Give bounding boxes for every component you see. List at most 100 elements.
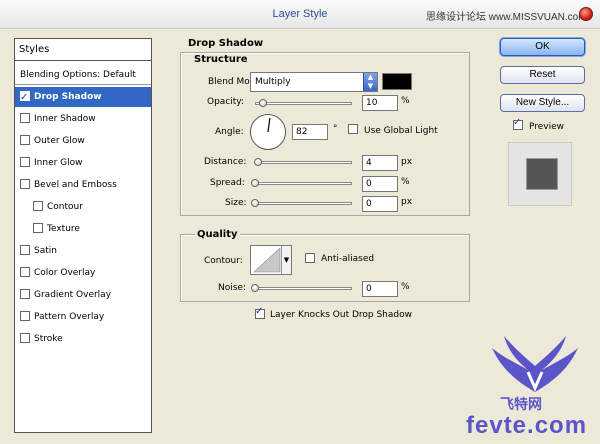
preview-checkbox[interactable] <box>513 117 527 132</box>
spread-slider-handle[interactable] <box>251 179 259 187</box>
style-item-gradient-overlay[interactable]: Gradient Overlay <box>15 285 151 305</box>
style-item-blending-options-default[interactable]: Blending Options: Default <box>15 65 151 85</box>
style-item-label: Bevel and Emboss <box>34 180 117 190</box>
checkbox-icon[interactable] <box>20 178 30 189</box>
style-item-pattern-overlay[interactable]: Pattern Overlay <box>15 307 151 327</box>
structure-title: Structure <box>194 54 248 65</box>
anti-aliased-checkbox[interactable] <box>305 253 319 265</box>
checkbox-icon[interactable] <box>33 222 43 233</box>
updown-arrow-icon: ▲ ▼ <box>363 73 377 91</box>
noise-slider-handle[interactable] <box>251 284 259 292</box>
style-item-label: Outer Glow <box>34 136 85 146</box>
style-item-label: Inner Shadow <box>34 114 96 124</box>
style-item-label: Contour <box>47 202 83 212</box>
watermark-url: fevte.com <box>466 412 588 439</box>
opacity-unit: % <box>401 96 410 106</box>
checkbox-icon[interactable] <box>20 288 30 299</box>
spread-label: Spread: <box>210 178 245 188</box>
style-item-contour[interactable]: Contour <box>15 197 151 217</box>
checkbox-icon[interactable] <box>20 112 30 123</box>
size-slider-track[interactable] <box>255 202 352 205</box>
size-slider-handle[interactable] <box>251 199 259 207</box>
checkbox-icon[interactable] <box>20 134 30 145</box>
style-item-bevel-and-emboss[interactable]: Bevel and Emboss <box>15 175 151 195</box>
angle-label: Angle: <box>215 127 244 137</box>
checkbox-icon[interactable] <box>20 332 30 343</box>
angle-unit: ° <box>333 124 338 134</box>
preview-box <box>508 142 572 206</box>
ok-button[interactable]: OK <box>500 38 585 56</box>
checkbox-icon <box>305 253 315 263</box>
distance-label: Distance: <box>204 157 247 167</box>
style-item-label: Pattern Overlay <box>34 312 105 322</box>
noise-slider-track[interactable] <box>255 287 352 290</box>
size-label: Size: <box>225 198 247 208</box>
checkbox-icon[interactable] <box>20 310 30 321</box>
opacity-slider-track[interactable] <box>255 102 352 105</box>
checkbox-icon[interactable] <box>20 156 30 167</box>
style-item-label: Drop Shadow <box>34 92 102 102</box>
style-item-label: Texture <box>47 224 80 234</box>
style-item-stroke[interactable]: Stroke <box>15 329 151 349</box>
checkbox-icon[interactable] <box>20 88 30 108</box>
distance-unit: px <box>401 157 413 167</box>
style-item-inner-glow[interactable]: Inner Glow <box>15 153 151 173</box>
preview-thumbnail <box>527 159 557 189</box>
angle-indicator-icon <box>267 118 271 133</box>
style-item-label: Color Overlay <box>34 268 96 278</box>
size-unit: px <box>401 197 413 207</box>
style-item-satin[interactable]: Satin <box>15 241 151 261</box>
style-item-label: Satin <box>34 246 57 256</box>
contour-curve-icon <box>253 247 281 273</box>
knockout-checkbox[interactable] <box>255 306 269 321</box>
style-item-label: Inner Glow <box>34 158 83 168</box>
size-input[interactable]: 0 <box>362 196 398 212</box>
use-global-light-label: Use Global Light <box>364 126 438 136</box>
opacity-label: Opacity: <box>207 97 244 107</box>
shadow-color-swatch[interactable] <box>382 73 412 90</box>
spread-input[interactable]: 0 <box>362 176 398 192</box>
style-item-label: Stroke <box>34 334 63 344</box>
close-icon[interactable] <box>579 7 593 21</box>
checkbox-icon[interactable] <box>33 200 43 211</box>
distance-slider-track[interactable] <box>255 161 352 164</box>
use-global-light-checkbox[interactable] <box>348 124 362 136</box>
noise-label: Noise: <box>218 283 246 293</box>
checkbox-icon[interactable] <box>20 244 30 255</box>
checkbox-icon <box>255 306 265 319</box>
quality-title: Quality <box>195 229 240 240</box>
opacity-input[interactable]: 10 <box>362 95 398 111</box>
blend-mode-select[interactable]: Multiply ▲ ▼ <box>250 72 378 92</box>
noise-input[interactable]: 0 <box>362 281 398 297</box>
angle-input[interactable]: 82 <box>292 124 328 140</box>
distance-slider-handle[interactable] <box>254 158 262 166</box>
styles-header[interactable]: Styles <box>15 39 151 61</box>
reset-button[interactable]: Reset <box>500 66 585 84</box>
noise-unit: % <box>401 282 410 292</box>
wings-logo-icon <box>492 336 578 392</box>
contour-label: Contour: <box>204 256 243 266</box>
style-item-label: Gradient Overlay <box>34 290 112 300</box>
new-style-button[interactable]: New Style... <box>500 94 585 112</box>
checkbox-icon <box>513 117 523 130</box>
blend-mode-value: Multiply <box>255 77 291 87</box>
opacity-slider-handle[interactable] <box>259 99 267 107</box>
style-item-label: Blending Options: Default <box>20 70 136 80</box>
distance-input[interactable]: 4 <box>362 155 398 171</box>
checkbox-icon[interactable] <box>20 266 30 277</box>
spread-unit: % <box>401 177 410 187</box>
anti-aliased-label: Anti-aliased <box>321 254 375 264</box>
style-item-drop-shadow[interactable]: Drop Shadow <box>15 87 151 108</box>
styles-list: Styles Blending Options: Default Drop Sha… <box>14 38 152 433</box>
watermark-cn: 飞特网 <box>500 397 542 413</box>
spread-slider-track[interactable] <box>255 182 352 185</box>
drop-shadow-title: Drop Shadow <box>188 38 264 49</box>
style-item-texture[interactable]: Texture <box>15 219 151 239</box>
preview-label: Preview <box>529 122 565 132</box>
checkbox-icon <box>348 124 358 134</box>
contour-picker[interactable]: ▼ <box>250 245 292 275</box>
style-item-outer-glow[interactable]: Outer Glow <box>15 131 151 151</box>
style-item-color-overlay[interactable]: Color Overlay <box>15 263 151 283</box>
style-item-inner-shadow[interactable]: Inner Shadow <box>15 109 151 129</box>
angle-dial[interactable] <box>250 114 286 150</box>
